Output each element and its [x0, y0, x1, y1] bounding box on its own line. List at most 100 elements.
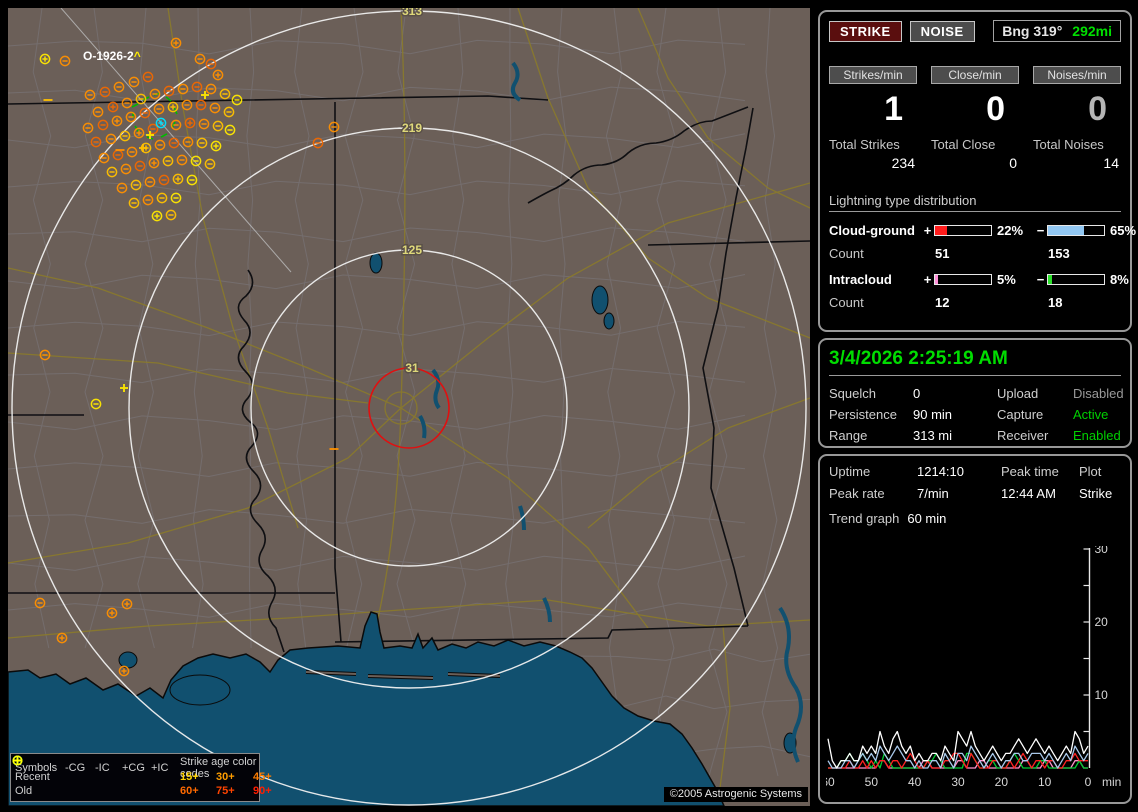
cloud-ground-row: Cloud-ground + 22% − 65%	[829, 223, 1136, 238]
ic-minus-count: 18	[1048, 295, 1063, 310]
total-close-label: Total Close	[931, 137, 996, 152]
age-60: 60+	[180, 785, 199, 797]
noises-per-min-value: 0	[1088, 90, 1107, 128]
bearing-range-value: 292mi	[1072, 23, 1112, 39]
svg-text:min: min	[1102, 775, 1121, 789]
cg-count-label: Count	[829, 246, 864, 261]
uptime-value: 1214:10	[917, 464, 964, 479]
capture-label: Capture	[997, 407, 1044, 422]
peak-time-label: Peak time	[1001, 464, 1059, 479]
map-legend: Symbols -CG -IC +CG +IC Strike age color…	[10, 753, 272, 802]
squelch-value: 0	[913, 386, 921, 401]
cg-minus-count: 153	[1048, 246, 1070, 261]
svg-text:10: 10	[1038, 775, 1052, 789]
cg-minus-sign: −	[1036, 223, 1045, 238]
copyright-notice: ©2005 Astrogenic Systems	[663, 787, 808, 802]
svg-text:30: 30	[1095, 546, 1109, 556]
range-value: 313 mi	[913, 428, 953, 443]
cg-plus-count: 51	[935, 246, 950, 261]
legend-col-pos-ic: +IC	[151, 762, 169, 774]
bearing-value: Bng 319°	[1002, 23, 1063, 39]
svg-text:0: 0	[1085, 775, 1092, 789]
intracloud-count-row: Count 12 18	[829, 295, 1121, 310]
trend-graph-window: 60 min	[907, 511, 947, 526]
svg-text:20: 20	[995, 775, 1009, 789]
legend-col-neg-ic: -IC	[95, 762, 110, 774]
lightning-map: 31 125 219 313 O-1926-2^ Symbols -CG -IC +C…	[8, 8, 810, 806]
svg-text:20: 20	[1095, 615, 1109, 629]
cg-minus-bar	[1047, 225, 1105, 236]
cloud-ground-label: Cloud-ground	[829, 223, 915, 238]
ic-plus-pct: 5%	[997, 272, 1016, 287]
noises-per-min-header: Noises/min	[1033, 66, 1121, 84]
svg-text:30: 30	[951, 775, 965, 789]
cloud-ground-count-row: Count 51 153	[829, 246, 1121, 261]
total-noises-label: Total Noises	[1033, 137, 1104, 152]
age-90: 90+	[253, 785, 272, 797]
receiver-label: Receiver	[997, 428, 1049, 443]
uptime-label: Uptime	[829, 464, 871, 479]
svg-text:60: 60	[826, 775, 835, 789]
age-45: 45+	[253, 771, 272, 783]
storm-cell-label: O-1926-2^	[83, 49, 141, 63]
svg-text:40: 40	[908, 775, 922, 789]
side-panel: STRIKE NOISE Bng 319° 292mi Strikes/min …	[818, 8, 1136, 806]
age-75: 75+	[216, 785, 235, 797]
range-label: Range	[829, 428, 868, 443]
cg-plus-bar	[934, 225, 992, 236]
legend-col-neg-cg: -CG	[65, 762, 86, 774]
intracloud-row: Intracloud + 5% − 8%	[829, 272, 1129, 287]
legend-col-pos-cg: +CG	[122, 762, 145, 774]
plot-label: Plot	[1079, 464, 1102, 479]
age-30: 30+	[216, 771, 235, 783]
ic-minus-sign: −	[1036, 272, 1045, 287]
strike-toggle-button[interactable]: STRIKE	[829, 20, 902, 42]
datetime-display: 3/4/2026 2:25:19 AM	[829, 348, 1121, 376]
ic-plus-bar	[934, 274, 992, 285]
cg-minus-pct: 65%	[1110, 223, 1137, 238]
svg-text:31: 31	[405, 361, 419, 375]
trend-graph-canvas: 10 20 30 60 50 40 30 20 10 0 min	[821, 542, 1121, 789]
peak-time-value: 12:44 AM	[1001, 486, 1056, 501]
noise-toggle-button[interactable]: NOISE	[909, 20, 975, 42]
receiver-status: Enabled	[1073, 428, 1121, 443]
intracloud-label: Intracloud	[829, 272, 892, 287]
trend-graph-label: Trend graph	[829, 511, 900, 526]
ic-plus-sign: +	[923, 272, 932, 287]
svg-text:10: 10	[1095, 688, 1109, 702]
close-per-min-value: 0	[986, 90, 1005, 128]
distribution-title: Lightning type distribution	[829, 193, 1121, 212]
svg-text:50: 50	[865, 775, 879, 789]
legend-old-label: Old	[15, 785, 33, 797]
ic-minus-bar	[1047, 274, 1105, 285]
noises-per-min-column: Noises/min 0 Total Noises 14	[1033, 66, 1121, 171]
peak-rate-label: Peak rate	[829, 486, 885, 501]
map-canvas: 31 125 219 313 O-1926-2^	[8, 8, 810, 806]
trend-graph: 10 20 30 60 50 40 30 20 10 0 min	[821, 542, 1126, 798]
persistence-value: 90 min	[913, 407, 953, 422]
peak-rate-value: 7/min	[917, 486, 949, 501]
total-strikes-value: 234	[891, 155, 915, 171]
ic-minus-pct: 8%	[1110, 272, 1129, 287]
strikes-per-min-value: 1	[884, 90, 903, 128]
age-15: 15+	[180, 771, 199, 783]
total-noises-value: 14	[1103, 155, 1119, 171]
trend-panel: Uptime 1214:10 Peak time Plot Peak rate …	[818, 454, 1132, 804]
upload-label: Upload	[997, 386, 1039, 401]
nexstorm-window: 31 125 219 313 O-1926-2^ Symbols -CG -IC +C…	[0, 0, 1138, 812]
close-per-min-column: Close/min 0 Total Close 0	[931, 66, 1019, 171]
svg-text:313: 313	[402, 8, 422, 18]
strikes-per-min-column: Strikes/min 1 Total Strikes 234	[829, 66, 917, 171]
strike-stats-panel: STRIKE NOISE Bng 319° 292mi Strikes/min …	[818, 10, 1136, 332]
capture-status: Active	[1073, 407, 1109, 422]
cg-plus-sign: +	[923, 223, 932, 238]
strikes-per-min-header: Strikes/min	[829, 66, 917, 84]
squelch-label: Squelch	[829, 386, 876, 401]
bearing-readout: Bng 319° 292mi	[993, 20, 1121, 42]
svg-text:125: 125	[402, 243, 422, 257]
total-close-value: 0	[1009, 155, 1017, 171]
ic-count-label: Count	[829, 295, 864, 310]
ic-plus-count: 12	[935, 295, 950, 310]
cg-plus-pct: 22%	[997, 223, 1024, 238]
close-per-min-header: Close/min	[931, 66, 1019, 84]
